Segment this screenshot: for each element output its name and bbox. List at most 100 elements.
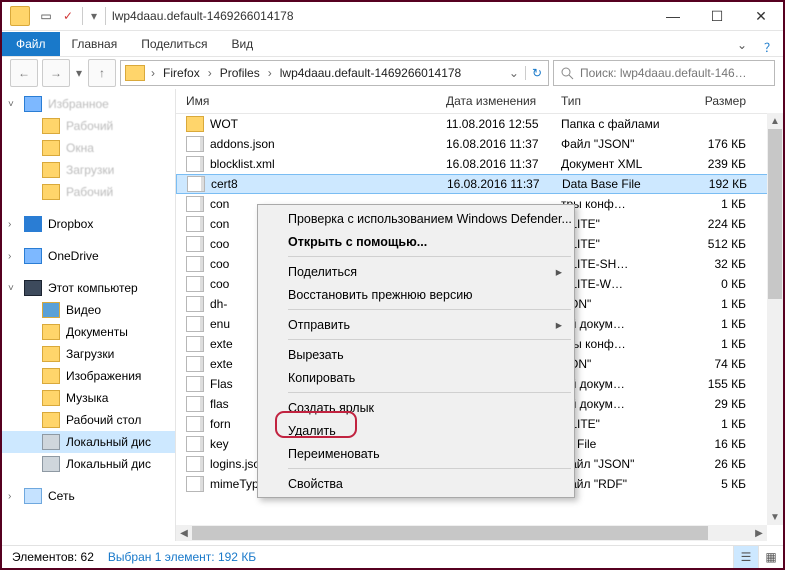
file-name: flas — [210, 397, 229, 411]
back-button[interactable]: ← — [10, 59, 38, 87]
table-row[interactable]: blocklist.xml16.08.2016 11:37Документ XM… — [176, 154, 783, 174]
folder-icon — [42, 140, 60, 156]
scroll-down-icon[interactable]: ▼ — [767, 509, 783, 525]
file-name: addons.json — [210, 137, 275, 151]
file-name: coo — [210, 257, 229, 271]
file-name: coo — [210, 237, 229, 251]
qat-dropdown-icon[interactable]: ▾ — [87, 9, 101, 23]
sidebar-item-video[interactable]: Видео — [2, 299, 175, 321]
context-menu-item[interactable]: Переименовать — [260, 442, 572, 465]
icons-view-button[interactable]: ▦ — [758, 546, 783, 568]
table-row[interactable]: addons.json16.08.2016 11:37Файл "JSON"17… — [176, 134, 783, 154]
context-menu-item[interactable]: Проверка с использованием Windows Defend… — [260, 207, 572, 230]
scroll-up-icon[interactable]: ▲ — [767, 113, 783, 129]
sidebar-item-docs[interactable]: Документы — [2, 321, 175, 343]
sidebar-item-localdisk[interactable]: Локальный дис — [2, 453, 175, 475]
help-icon[interactable]: ？ — [757, 39, 783, 56]
context-menu-item[interactable]: Копировать — [260, 366, 572, 389]
scroll-thumb[interactable] — [768, 129, 782, 299]
context-menu-item[interactable]: Удалить — [260, 419, 572, 442]
context-menu-item[interactable]: Свойства — [260, 472, 572, 495]
crumb[interactable]: Firefox — [157, 66, 206, 80]
file-name: Flas — [210, 377, 233, 391]
close-button[interactable]: ✕ — [739, 2, 783, 30]
sidebar-item-network[interactable]: ›Сеть — [2, 485, 175, 507]
sidebar-item-music[interactable]: Музыка — [2, 387, 175, 409]
dropbox-icon — [24, 216, 42, 232]
expand-icon[interactable]: › — [8, 251, 11, 262]
sidebar-item-dropbox[interactable]: ›Dropbox — [2, 213, 175, 235]
scroll-left-icon[interactable]: ◀ — [176, 528, 192, 539]
search-input[interactable]: Поиск: lwp4daau.default-146… — [553, 60, 775, 86]
sidebar-item[interactable]: Окна — [2, 137, 175, 159]
chevron-right-icon[interactable]: › — [206, 66, 214, 80]
up-button[interactable]: ↑ — [88, 59, 116, 87]
tab-share[interactable]: Поделиться — [129, 32, 219, 56]
address-dropdown-icon[interactable]: ⌄ — [503, 66, 525, 80]
refresh-button[interactable]: ↻ — [525, 66, 548, 80]
onedrive-icon — [24, 248, 42, 264]
table-row[interactable]: cert816.08.2016 11:37Data Base File192 К… — [176, 174, 783, 194]
tab-home[interactable]: Главная — [60, 32, 130, 56]
qat-check-icon[interactable]: ✓ — [58, 6, 78, 26]
context-menu-item[interactable]: Отправить▸ — [260, 313, 572, 336]
col-name[interactable]: Имя — [176, 94, 446, 108]
folder-icon — [42, 368, 60, 384]
sidebar-label: Музыка — [66, 391, 108, 405]
sidebar-item[interactable]: Рабочий — [2, 115, 175, 137]
crumb[interactable]: lwp4daau.default-1469266014178 — [274, 66, 468, 80]
table-row[interactable]: WOT11.08.2016 12:55Папка с файлами — [176, 114, 783, 134]
chevron-right-icon[interactable]: › — [266, 66, 274, 80]
network-icon — [24, 488, 42, 504]
file-icon — [186, 356, 204, 372]
file-type: ый докум… — [561, 397, 676, 411]
sidebar-label: Рабочий стол — [66, 413, 141, 427]
sidebar-item-localdisk[interactable]: Локальный дис — [2, 431, 175, 453]
tab-view[interactable]: Вид — [219, 32, 265, 56]
horizontal-scrollbar[interactable]: ◀ ▶ — [176, 525, 767, 541]
sidebar-item-pictures[interactable]: Изображения — [2, 365, 175, 387]
forward-button[interactable]: → — [42, 59, 70, 87]
sidebar-item[interactable]: Загрузки — [2, 159, 175, 181]
file-tab[interactable]: Файл — [2, 32, 60, 56]
file-type: QLITE-SH… — [561, 257, 676, 271]
vertical-scrollbar[interactable]: ▲ ▼ — [767, 113, 783, 525]
sidebar-item[interactable]: ˅Избранное — [2, 93, 175, 115]
context-menu-item[interactable]: Вырезать — [260, 343, 572, 366]
separator — [82, 7, 83, 25]
qat-properties-icon[interactable]: ▭ — [36, 6, 56, 26]
scroll-thumb[interactable] — [192, 526, 708, 540]
col-size[interactable]: Размер — [676, 94, 758, 108]
context-menu-item[interactable]: Восстановить прежнюю версию — [260, 283, 572, 306]
ribbon-toggle-icon[interactable]: ⌄ — [727, 34, 757, 56]
scroll-right-icon[interactable]: ▶ — [751, 528, 767, 539]
file-icon — [186, 416, 204, 432]
col-date[interactable]: Дата изменения — [446, 94, 561, 108]
sidebar-item-onedrive[interactable]: ›OneDrive — [2, 245, 175, 267]
file-type: QLITE" — [561, 237, 676, 251]
breadcrumb[interactable]: › Firefox › Profiles › lwp4daau.default-… — [120, 60, 549, 86]
col-type[interactable]: Тип — [561, 94, 676, 108]
sidebar-item-desktop[interactable]: Рабочий стол — [2, 409, 175, 431]
file-type: SON" — [561, 297, 676, 311]
maximize-button[interactable]: ☐ — [695, 2, 739, 30]
expand-icon[interactable]: ˅ — [8, 99, 14, 110]
minimize-button[interactable]: — — [651, 2, 695, 30]
column-headers[interactable]: Имя Дата изменения Тип Размер — [176, 89, 783, 114]
context-menu-item[interactable]: Поделиться▸ — [260, 260, 572, 283]
context-menu-item[interactable]: Открыть с помощью... — [260, 230, 572, 253]
details-view-button[interactable]: ☰ — [733, 546, 758, 568]
sidebar-item-downloads[interactable]: Загрузки — [2, 343, 175, 365]
file-date: 11.08.2016 12:55 — [446, 117, 561, 131]
collapse-icon[interactable]: ˅ — [8, 283, 14, 294]
sidebar-item-thispc[interactable]: ˅Этот компьютер — [2, 277, 175, 299]
crumb[interactable]: Profiles — [214, 66, 266, 80]
sidebar-item[interactable]: Рабочий — [2, 181, 175, 203]
expand-icon[interactable]: › — [8, 491, 11, 502]
recent-dropdown-icon[interactable]: ▾ — [74, 66, 84, 80]
chevron-right-icon[interactable]: › — [149, 66, 157, 80]
menu-separator — [288, 468, 571, 469]
context-menu-item[interactable]: Создать ярлык — [260, 396, 572, 419]
expand-icon[interactable]: › — [8, 219, 11, 230]
file-type: SON" — [561, 357, 676, 371]
